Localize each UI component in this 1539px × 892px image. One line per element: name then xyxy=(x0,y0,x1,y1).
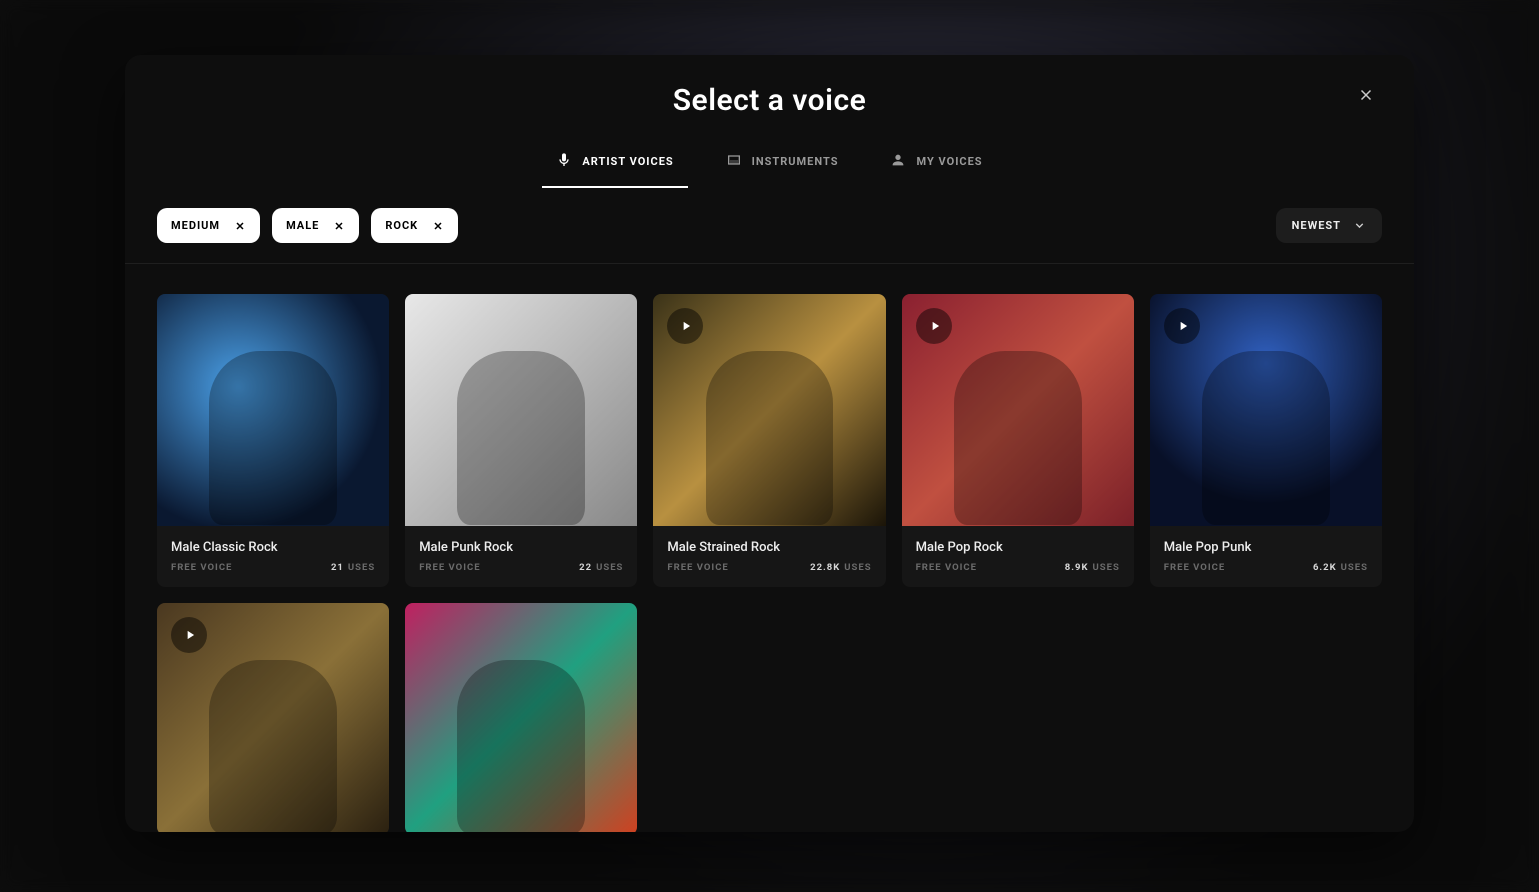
uses-count: 8.9KUSES xyxy=(1065,562,1120,573)
person-icon xyxy=(890,152,906,171)
filter-chip-rock[interactable]: ROCK xyxy=(371,208,458,243)
voice-card[interactable]: Male Punk Rock FREE VOICE 22 USES xyxy=(405,294,637,587)
free-label: FREE VOICE xyxy=(667,562,728,573)
voice-thumbnail xyxy=(1150,294,1382,526)
voice-name: Male Pop Rock xyxy=(916,540,1120,555)
modal-title: Select a voice xyxy=(673,83,867,118)
artist-image xyxy=(954,351,1082,525)
card-info: Male Pop Rock FREE VOICE 8.9KUSES xyxy=(902,526,1134,587)
uses-number: 8.9K xyxy=(1065,562,1089,573)
filter-chip-medium[interactable]: MEDIUM xyxy=(157,208,260,243)
uses-number: 22.8K xyxy=(810,562,840,573)
uses-number: 6.2K xyxy=(1313,562,1337,573)
voice-card[interactable] xyxy=(405,603,637,832)
remove-filter-icon[interactable] xyxy=(234,220,246,232)
filter-row: MEDIUM MALE ROCK NEWEST xyxy=(125,188,1414,264)
voice-thumbnail xyxy=(157,294,389,526)
voice-card[interactable] xyxy=(157,603,389,832)
tab-label: ARTIST VOICES xyxy=(582,155,673,168)
tab-label: MY VOICES xyxy=(916,155,982,168)
chip-label: ROCK xyxy=(385,219,418,232)
voice-name: Male Punk Rock xyxy=(419,540,623,555)
tab-label: INSTRUMENTS xyxy=(752,155,839,168)
sort-button[interactable]: NEWEST xyxy=(1276,208,1382,243)
uses-count: 22.8K USES xyxy=(810,562,871,573)
play-button[interactable] xyxy=(667,308,703,344)
uses-label: USES xyxy=(1341,562,1368,573)
tab-artist-voices[interactable]: ARTIST VOICES xyxy=(548,146,681,187)
free-label: FREE VOICE xyxy=(916,562,977,573)
tabs-row: ARTIST VOICES INSTRUMENTS MY VOICES xyxy=(548,146,990,188)
chevron-down-icon xyxy=(1353,219,1366,232)
card-info: Male Classic Rock FREE VOICE 21 USES xyxy=(157,526,389,587)
free-label: FREE VOICE xyxy=(419,562,480,573)
play-icon xyxy=(1176,319,1190,333)
sort-label: NEWEST xyxy=(1292,219,1341,232)
card-info: Male Pop Punk FREE VOICE 6.2K USES xyxy=(1150,526,1382,587)
voice-name: Male Pop Punk xyxy=(1164,540,1368,555)
voice-card[interactable]: Male Pop Punk FREE VOICE 6.2K USES xyxy=(1150,294,1382,587)
card-meta: FREE VOICE 6.2K USES xyxy=(1164,562,1368,573)
tab-my-voices[interactable]: MY VOICES xyxy=(882,146,990,187)
artist-image xyxy=(209,351,337,525)
card-meta: FREE VOICE 8.9KUSES xyxy=(916,562,1120,573)
voice-thumbnail xyxy=(405,603,637,832)
card-meta: FREE VOICE 22.8K USES xyxy=(667,562,871,573)
close-icon xyxy=(1357,86,1375,104)
card-info: Male Strained Rock FREE VOICE 22.8K USES xyxy=(653,526,885,587)
piano-icon xyxy=(726,152,742,171)
uses-count: 22 USES xyxy=(579,562,623,573)
free-label: FREE VOICE xyxy=(171,562,232,573)
card-info: Male Punk Rock FREE VOICE 22 USES xyxy=(405,526,637,587)
uses-label: USES xyxy=(844,562,871,573)
card-meta: FREE VOICE 21 USES xyxy=(171,562,375,573)
voice-grid: Male Classic RockFREE VOICE21USESMale Pu… xyxy=(157,294,1382,832)
uses-count: 21 USES xyxy=(331,562,375,573)
uses-label: USES xyxy=(596,562,623,573)
voice-thumbnail xyxy=(405,294,637,526)
uses-number: 21 xyxy=(331,562,344,573)
play-button[interactable] xyxy=(171,617,207,653)
mic-icon xyxy=(556,152,572,171)
play-button[interactable] xyxy=(1164,308,1200,344)
uses-label: USES xyxy=(348,562,375,573)
artist-image xyxy=(457,660,585,832)
voice-name: Male Classic Rock xyxy=(171,540,375,555)
chip-label: MEDIUM xyxy=(171,219,220,232)
uses-label: USES xyxy=(1092,562,1119,573)
play-icon xyxy=(183,628,197,642)
voice-thumbnail xyxy=(157,603,389,832)
play-icon xyxy=(679,319,693,333)
remove-filter-icon[interactable] xyxy=(333,220,345,232)
play-icon xyxy=(928,319,942,333)
uses-count: 6.2K USES xyxy=(1313,562,1368,573)
close-button[interactable] xyxy=(1354,83,1378,107)
free-label: FREE VOICE xyxy=(1164,562,1225,573)
artist-image xyxy=(457,351,585,525)
voice-select-modal: Select a voice ARTIST VOICES INSTRUMENTS M… xyxy=(125,55,1414,832)
artist-image xyxy=(706,351,834,525)
grid-scroll[interactable]: Male Classic RockFREE VOICE21USESMale Pu… xyxy=(125,264,1414,832)
filter-chip-male[interactable]: MALE xyxy=(272,208,359,243)
tab-instruments[interactable]: INSTRUMENTS xyxy=(718,146,847,187)
voice-card[interactable]: Male Strained Rock FREE VOICE 22.8K USES xyxy=(653,294,885,587)
voice-card[interactable]: Male Classic Rock FREE VOICE 21 USES xyxy=(157,294,389,587)
voice-name: Male Strained Rock xyxy=(667,540,871,555)
voice-card[interactable]: Male Pop Rock FREE VOICE 8.9KUSES xyxy=(902,294,1134,587)
chip-label: MALE xyxy=(286,219,319,232)
card-meta: FREE VOICE 22 USES xyxy=(419,562,623,573)
artist-image xyxy=(1202,351,1330,525)
voice-thumbnail xyxy=(653,294,885,526)
uses-number: 22 xyxy=(579,562,592,573)
play-button[interactable] xyxy=(916,308,952,344)
remove-filter-icon[interactable] xyxy=(432,220,444,232)
artist-image xyxy=(209,660,337,832)
voice-thumbnail xyxy=(902,294,1134,526)
modal-header: Select a voice ARTIST VOICES INSTRUMENTS M… xyxy=(125,55,1414,188)
